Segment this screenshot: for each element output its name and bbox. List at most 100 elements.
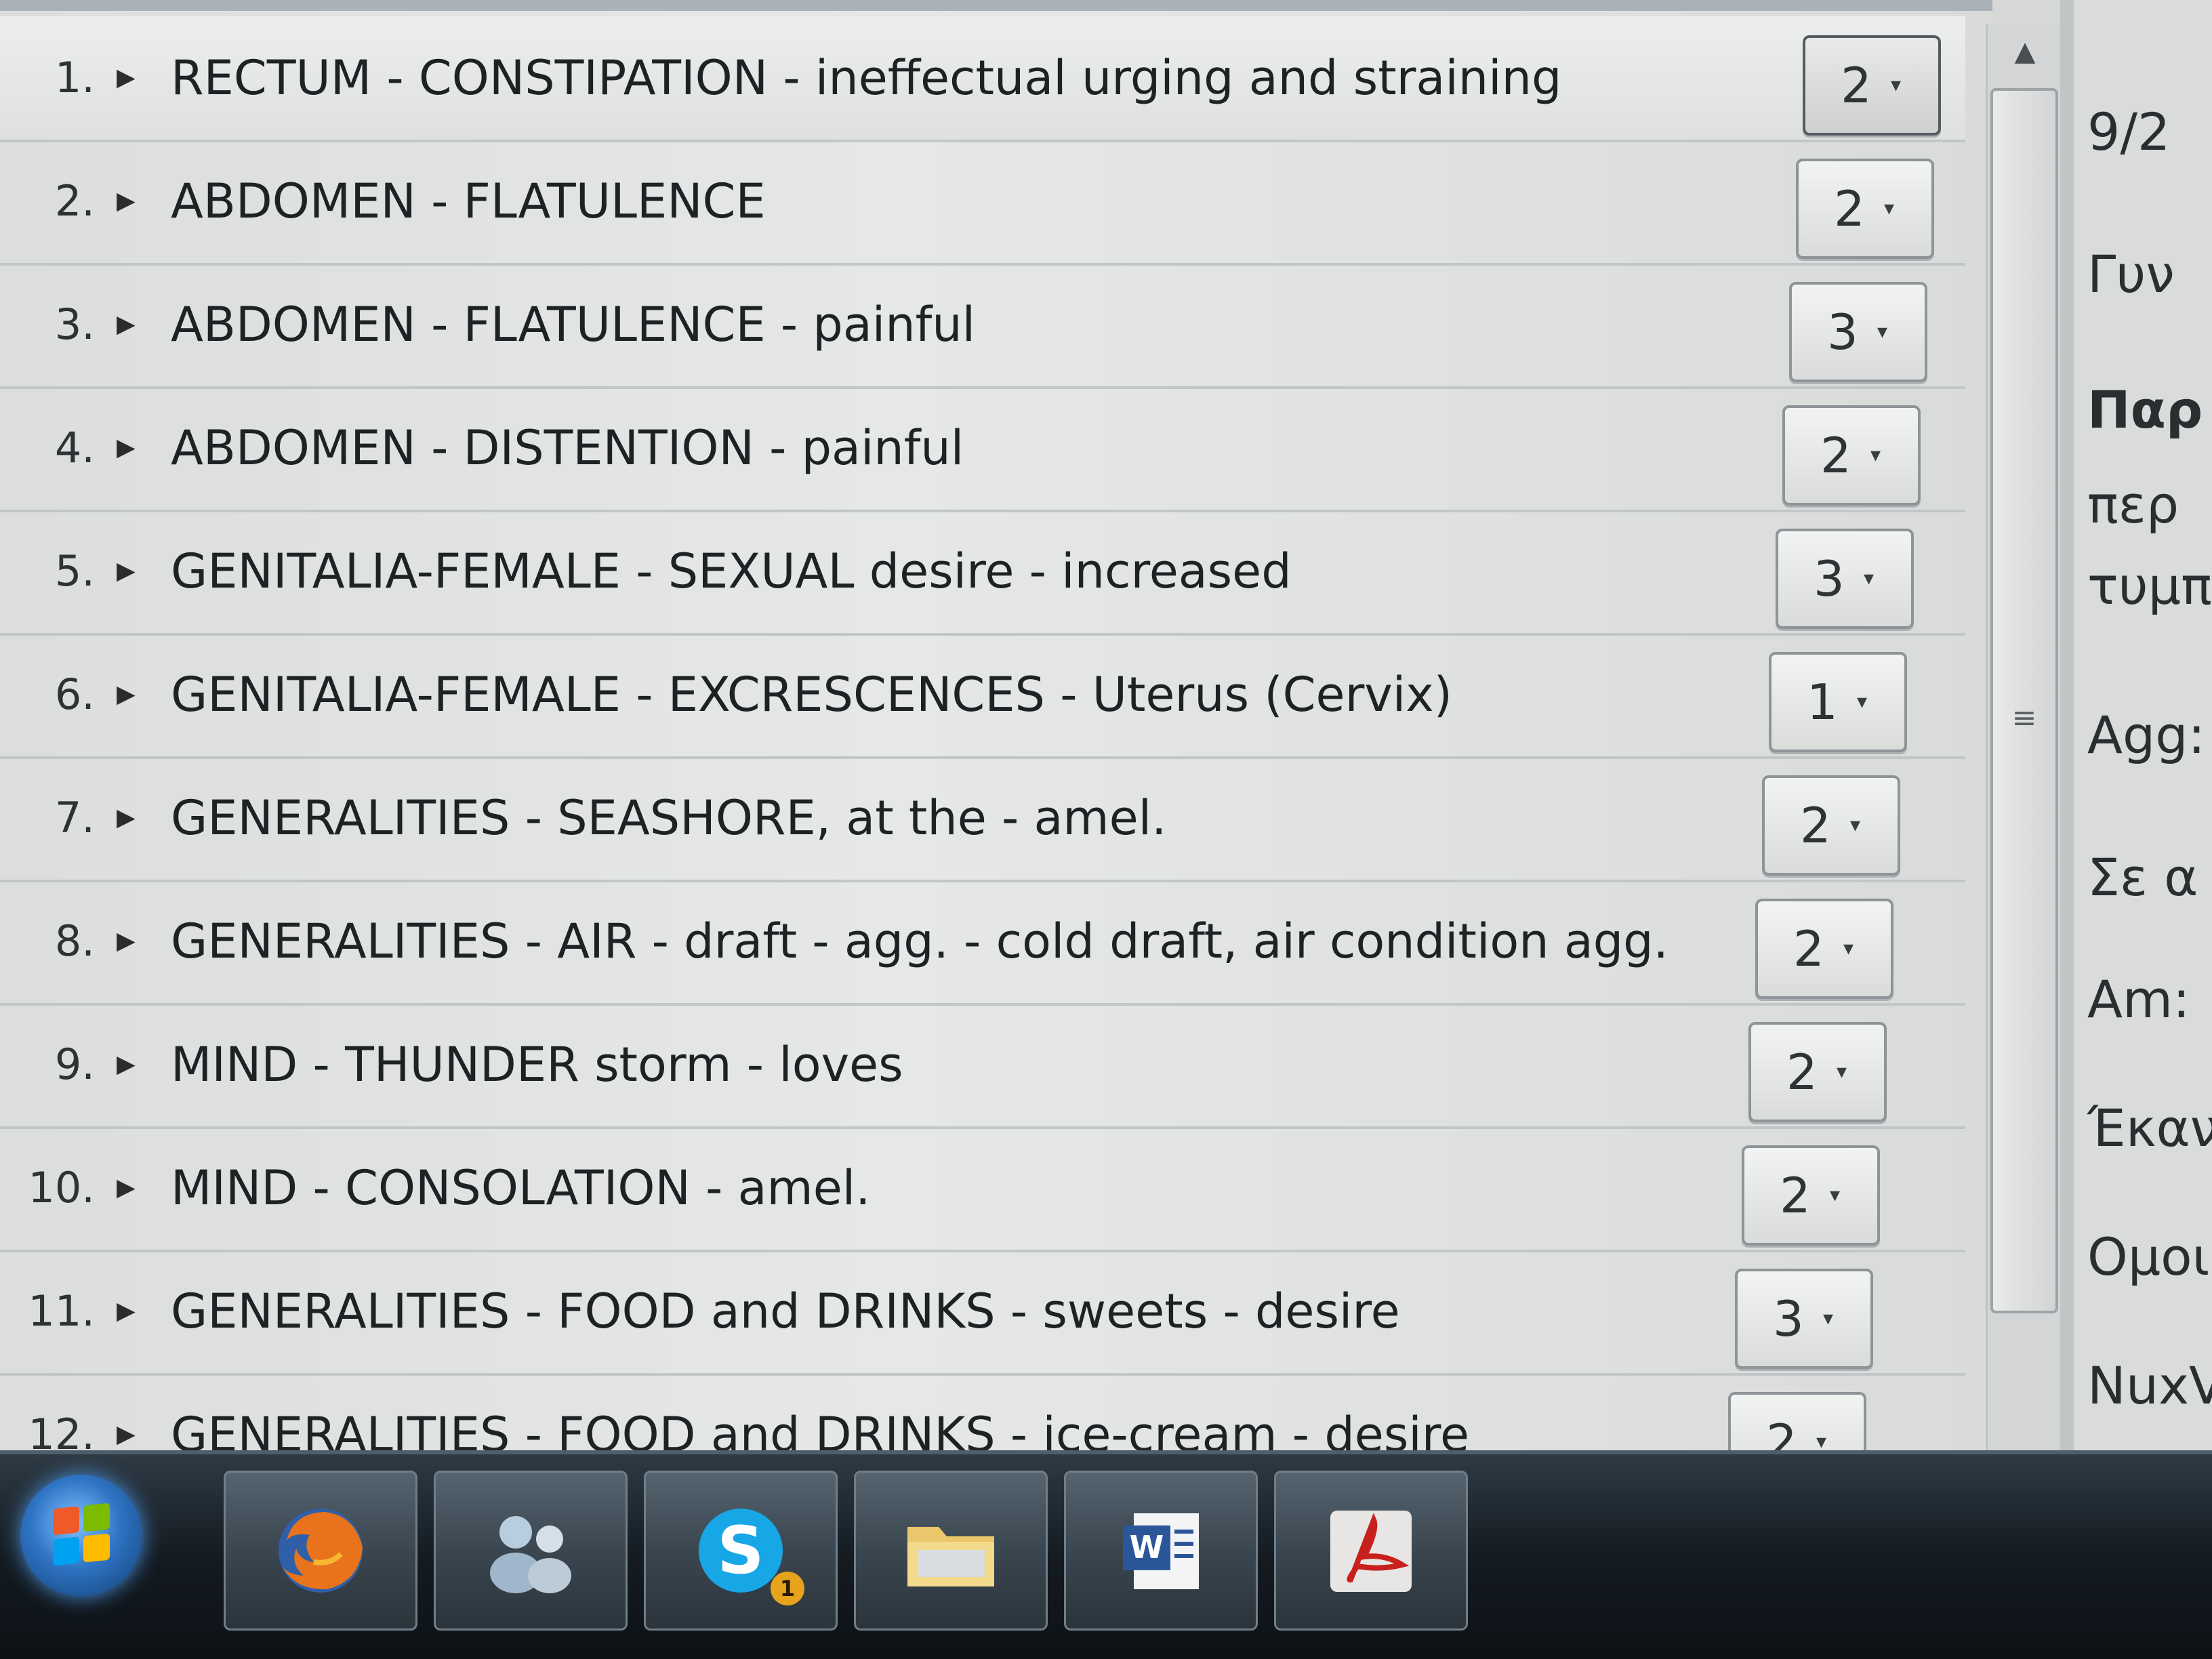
triangle-right-icon[interactable]: ▶	[117, 510, 136, 633]
grade-value: 2	[1800, 797, 1831, 854]
case-note-line: Σε α	[2087, 847, 2198, 907]
grade-dropdown[interactable]: 2 ▾	[1796, 159, 1934, 259]
case-note-line: Ομοιο	[2087, 1227, 2212, 1287]
triangle-right-icon[interactable]: ▶	[117, 633, 136, 756]
taskbar-skype-button[interactable]: S 1	[644, 1471, 838, 1631]
triangle-right-icon[interactable]: ▶	[117, 1003, 136, 1126]
caret-down-icon: ▾	[1823, 1307, 1834, 1330]
rubric-text[interactable]: ABDOMEN - FLATULENCE - painful	[171, 263, 975, 386]
grade-dropdown[interactable]: 2 ▾	[1762, 775, 1900, 876]
rubric-text[interactable]: GENERALITIES - AIR - draft - agg. - cold…	[171, 880, 1668, 1003]
triangle-right-icon[interactable]: ▶	[117, 140, 136, 263]
grade-dropdown[interactable]: 2 ▾	[1748, 1022, 1887, 1122]
folder-icon	[907, 1527, 994, 1586]
rubric-number: 1.	[54, 53, 95, 102]
rubric-row[interactable]: 11. ▶ GENERALITIES - FOOD and DRINKS - swe…	[0, 1250, 1965, 1376]
taskbar-explorer-button[interactable]	[854, 1471, 1048, 1631]
rubric-text[interactable]: GENITALIA-FEMALE - EXCRESCENCES - Uterus…	[171, 633, 1452, 756]
rubric-number: 7.	[54, 793, 95, 842]
grade-dropdown[interactable]: 3 ▾	[1789, 282, 1927, 382]
rubric-row[interactable]: 7. ▶ GENERALITIES - SEASHORE, at the - ame…	[0, 756, 1965, 882]
rubric-number: 4.	[54, 423, 95, 472]
rubric-number: 10.	[28, 1163, 95, 1212]
rubric-text[interactable]: GENERALITIES - FOOD and DRINKS - sweets …	[171, 1250, 1400, 1373]
case-note-line: 9/2	[2087, 102, 2171, 162]
panel-divider[interactable]	[2060, 0, 2074, 1491]
firefox-icon	[279, 1509, 363, 1593]
rubric-row[interactable]: 4. ▶ ABDOMEN - DISTENTION - painful 2 ▾	[0, 386, 1965, 512]
rubric-text[interactable]: ABDOMEN - DISTENTION - painful	[171, 386, 964, 510]
triangle-right-icon[interactable]: ▶	[117, 880, 136, 1003]
triangle-right-icon[interactable]: ▶	[117, 1126, 136, 1250]
caret-down-icon: ▾	[1843, 937, 1854, 960]
case-note-line: Γυν	[2087, 244, 2175, 304]
rubric-text[interactable]: RECTUM - CONSTIPATION - ineffectual urgi…	[171, 16, 1561, 140]
triangle-right-icon[interactable]: ▶	[117, 16, 136, 140]
rubric-row[interactable]: 9. ▶ MIND - THUNDER storm - loves 2 ▾	[0, 1003, 1965, 1129]
triangle-right-icon[interactable]: ▶	[117, 263, 136, 386]
taskbar-messenger-button[interactable]	[434, 1471, 628, 1631]
rubric-number: 9.	[54, 1040, 95, 1089]
grade-value: 3	[1827, 304, 1858, 361]
grade-dropdown[interactable]: 3 ▾	[1735, 1269, 1873, 1369]
triangle-right-icon[interactable]: ▶	[117, 386, 136, 510]
caret-down-icon: ▾	[1857, 690, 1868, 714]
rubric-number: 3.	[54, 300, 95, 349]
case-note-line: Παρ	[2087, 380, 2203, 440]
windows-start-icon[interactable]	[20, 1475, 142, 1597]
vertical-scrollbar[interactable]: ▲ ≡ ▾	[1986, 24, 2062, 1502]
caret-down-icon: ▾	[1837, 1060, 1847, 1084]
windows-flag-icon	[53, 1502, 110, 1566]
case-notes-panel: 9/2 Γυν Παρ περ τυμπ Agg: Σε α Am: Έκαν Ομοιο Nux…	[2074, 0, 2212, 1491]
taskbar-firefox-button[interactable]	[224, 1471, 417, 1631]
windows-taskbar: S 1 W	[0, 1450, 2212, 1659]
rubric-row[interactable]: 3. ▶ ABDOMEN - FLATULENCE - painful 3 ▾	[0, 263, 1965, 389]
caret-down-icon: ▾	[1884, 197, 1895, 220]
messenger-icon	[490, 1516, 571, 1593]
caret-down-icon: ▾	[1877, 320, 1888, 344]
rubric-number: 6.	[54, 670, 95, 719]
rubric-text[interactable]: GENITALIA-FEMALE - SEXUAL desire - incre…	[171, 510, 1292, 633]
grade-dropdown[interactable]: 3 ▾	[1776, 529, 1914, 629]
grade-dropdown[interactable]: 2 ▾	[1755, 899, 1893, 999]
rubric-row[interactable]: 2. ▶ ABDOMEN - FLATULENCE 2 ▾	[0, 140, 1965, 266]
rubric-number: 11.	[28, 1286, 95, 1336]
grade-dropdown[interactable]: 2 ▾	[1742, 1145, 1880, 1246]
taskbar-acrobat-button[interactable]	[1274, 1471, 1468, 1631]
grade-value: 3	[1814, 550, 1845, 607]
case-note-line: Έκαν	[2087, 1098, 2212, 1158]
triangle-right-icon[interactable]: ▶	[117, 756, 136, 880]
grade-dropdown[interactable]: 2 ▾	[1782, 405, 1921, 506]
grip-icon: ≡	[2011, 701, 2037, 735]
rubric-row[interactable]: 10. ▶ MIND - CONSOLATION - amel. 2 ▾	[0, 1126, 1965, 1252]
rubric-number: 5.	[54, 546, 95, 596]
notification-badge: 1	[771, 1572, 804, 1605]
rubric-row[interactable]: 1. ▶ RECTUM - CONSTIPATION - ineffectual u…	[0, 16, 1965, 142]
case-note-line: Agg:	[2087, 705, 2206, 765]
taskbar-word-button[interactable]: W	[1064, 1471, 1258, 1631]
triangle-right-icon[interactable]: ▶	[117, 1250, 136, 1373]
caret-down-icon: ▾	[1864, 567, 1875, 590]
grade-value: 2	[1793, 920, 1824, 977]
scroll-thumb[interactable]: ≡	[1990, 88, 2058, 1313]
grade-dropdown[interactable]: 1 ▾	[1769, 652, 1907, 752]
svg-text:W: W	[1130, 1529, 1164, 1565]
rubric-text[interactable]: MIND - CONSOLATION - amel.	[171, 1126, 870, 1250]
scroll-up-arrow-icon[interactable]: ▲	[1996, 24, 2054, 79]
grade-dropdown[interactable]: 2 ▾	[1803, 35, 1941, 136]
grade-value: 2	[1786, 1044, 1818, 1101]
case-note-line: τυμπ	[2087, 556, 2212, 616]
rubric-number: 8.	[54, 916, 95, 966]
rubric-list: 1. ▶ RECTUM - CONSTIPATION - ineffectual u…	[0, 0, 1992, 1499]
grade-value: 2	[1780, 1167, 1811, 1224]
case-note-line: περ	[2087, 474, 2179, 535]
rubric-row[interactable]: 6. ▶ GENITALIA-FEMALE - EXCRESCENCES - Ute…	[0, 633, 1965, 759]
rubric-text[interactable]: ABDOMEN - FLATULENCE	[171, 140, 766, 263]
rubric-row[interactable]: 5. ▶ GENITALIA-FEMALE - SEXUAL desire - in…	[0, 510, 1965, 636]
rubric-text[interactable]: GENERALITIES - SEASHORE, at the - amel.	[171, 756, 1166, 880]
caret-down-icon: ▾	[1830, 1183, 1841, 1207]
acrobat-icon	[1330, 1511, 1412, 1592]
rubric-text[interactable]: MIND - THUNDER storm - loves	[171, 1003, 903, 1126]
case-note-line: NuxVo	[2087, 1355, 2212, 1416]
rubric-row[interactable]: 8. ▶ GENERALITIES - AIR - draft - agg. - c…	[0, 880, 1965, 1006]
